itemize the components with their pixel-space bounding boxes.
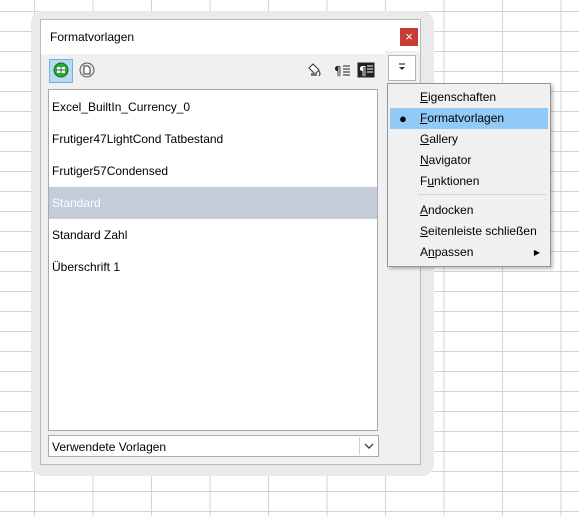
sidebar-context-menu: Eigenschaften ● Formatvorlagen Gallery N… bbox=[387, 83, 551, 267]
cell-styles-icon bbox=[53, 62, 69, 81]
menu-item-eigenschaften-label: igenschaften bbox=[428, 90, 497, 104]
menu-item-seitenleiste-label: eitenleiste schließen bbox=[428, 224, 537, 238]
menu-item-anpassen-label: passen bbox=[434, 245, 474, 259]
menu-item-funktionen[interactable]: Funktionen bbox=[390, 171, 548, 192]
menu-item-andocken-label: ndocken bbox=[428, 203, 474, 217]
styles-list[interactable]: Excel_BuiltIn_Currency_0 Frutiger47Light… bbox=[48, 89, 378, 431]
style-filter-value: Verwendete Vorlagen bbox=[52, 440, 167, 454]
update-style-button[interactable]: ¶ bbox=[354, 59, 378, 83]
menu-item-navigator-accel: N bbox=[420, 153, 429, 167]
menu-item-seitenleiste-schliessen[interactable]: Seitenleiste schließen bbox=[390, 221, 548, 242]
menu-item-formatvorlagen[interactable]: ● Formatvorlagen bbox=[390, 108, 548, 129]
style-item-frutiger47[interactable]: Frutiger47LightCond Tatbestand bbox=[49, 123, 377, 155]
window-title: Formatvorlagen bbox=[50, 30, 135, 44]
style-item-standard-zahl[interactable]: Standard Zahl bbox=[49, 219, 377, 251]
menu-item-navigator-label: avigator bbox=[428, 153, 472, 167]
page-styles-button[interactable] bbox=[75, 59, 99, 83]
style-item-ueberschrift-1[interactable]: Überschrift 1 bbox=[49, 251, 377, 283]
menu-item-eigenschaften-accel: E bbox=[420, 90, 429, 104]
close-button[interactable]: × bbox=[400, 28, 418, 46]
styles-toolbar: ¶ ¶ bbox=[41, 54, 420, 90]
menu-item-seitenleiste-accel: S bbox=[420, 224, 429, 238]
styles-deck-window: Formatvorlagen × ¶ ¶ Excel_BuiltIn_Curre… bbox=[40, 19, 421, 465]
style-item-excel-builtin-currency[interactable]: Excel_BuiltIn_Currency_0 bbox=[49, 91, 377, 123]
menu-item-eigenschaften[interactable]: Eigenschaften bbox=[390, 87, 548, 108]
menu-item-formatvorlagen-label: ormatvorlagen bbox=[427, 111, 505, 125]
submenu-arrow-icon: ▶ bbox=[533, 248, 540, 257]
menu-item-andocken[interactable]: Andocken bbox=[390, 200, 548, 221]
menu-item-gallery-accel: G bbox=[420, 132, 430, 146]
menu-item-anpassen-prefix: A bbox=[420, 245, 429, 259]
svg-text:¶: ¶ bbox=[334, 64, 342, 77]
menu-item-navigator[interactable]: Navigator bbox=[390, 150, 548, 171]
menu-separator bbox=[418, 194, 546, 195]
title-bar[interactable]: Formatvorlagen × bbox=[41, 20, 420, 54]
style-item-frutiger57[interactable]: Frutiger57Condensed bbox=[49, 155, 377, 187]
bullet-icon: ● bbox=[399, 111, 407, 126]
new-style-from-selection-icon: ¶ bbox=[333, 63, 351, 80]
svg-text:¶: ¶ bbox=[359, 64, 367, 78]
fill-format-mode-button[interactable] bbox=[303, 59, 327, 83]
menu-item-gallery-label: allery bbox=[429, 132, 459, 146]
fill-format-mode-icon bbox=[306, 62, 324, 81]
page-styles-icon bbox=[79, 62, 95, 81]
menu-item-funktionen-label: nktionen bbox=[434, 174, 480, 188]
sidebar-menu-button[interactable] bbox=[388, 55, 416, 81]
menu-item-anpassen-accel: n bbox=[428, 245, 435, 259]
cell-styles-button[interactable] bbox=[49, 59, 73, 83]
menu-dropdown-icon bbox=[397, 61, 407, 75]
menu-item-anpassen[interactable]: Anpassen ▶ bbox=[390, 242, 548, 263]
new-style-from-selection-button[interactable]: ¶ bbox=[330, 59, 354, 83]
menu-item-gallery[interactable]: Gallery bbox=[390, 129, 548, 150]
style-filter-dropdown[interactable]: Verwendete Vorlagen bbox=[48, 435, 379, 457]
chevron-down-icon[interactable] bbox=[359, 437, 377, 455]
menu-item-andocken-accel: A bbox=[420, 203, 429, 217]
style-item-standard[interactable]: Standard bbox=[49, 187, 377, 219]
update-style-icon: ¶ bbox=[357, 62, 375, 81]
